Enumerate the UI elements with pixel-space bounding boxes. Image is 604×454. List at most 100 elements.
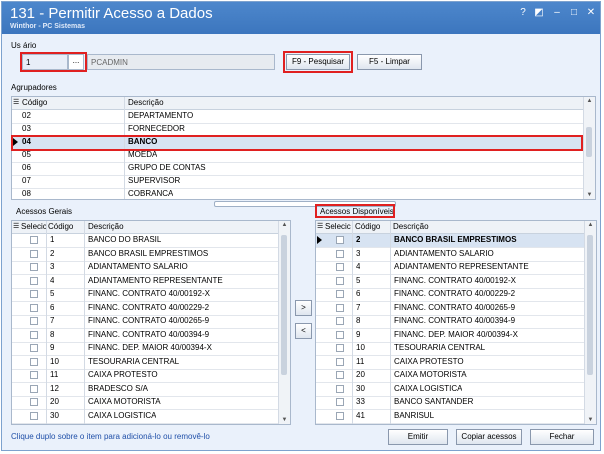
available-access-checkbox[interactable]	[336, 263, 344, 271]
grouper-row[interactable]: 03 FORNECEDOR	[12, 123, 584, 137]
available-access-checkbox[interactable]	[336, 398, 344, 406]
general-access-checkbox[interactable]	[30, 371, 38, 379]
general-access-checkbox[interactable]	[30, 384, 38, 393]
scroll-up-icon[interactable]: ▲	[584, 98, 595, 104]
available-access-row[interactable]: 41 BANRISUL	[316, 410, 585, 424]
groupers-col-desc[interactable]: Descrição	[128, 98, 164, 107]
available-col-code[interactable]: Código	[355, 222, 380, 231]
general-scrollbar[interactable]: ▲ ▼	[278, 221, 290, 424]
user-lookup-button[interactable]: ...	[68, 54, 84, 70]
maximize-icon[interactable]: □	[568, 7, 580, 18]
available-access-checkbox[interactable]	[336, 276, 344, 285]
scroll-thumb[interactable]	[281, 235, 287, 375]
available-scrollbar[interactable]: ▲ ▼	[584, 221, 596, 424]
available-access-row[interactable]: 2 BANCO BRASIL EMPRESTIMOS	[316, 234, 585, 248]
available-access-checkbox[interactable]	[336, 317, 344, 325]
available-access-row[interactable]: 10 TESOURARIA CENTRAL	[316, 342, 585, 356]
general-access-checkbox[interactable]	[30, 357, 38, 366]
copy-access-button[interactable]: Copiar acessos	[456, 429, 522, 445]
general-access-row[interactable]: 10 TESOURARIA CENTRAL	[12, 356, 279, 370]
general-access-checkbox[interactable]	[30, 263, 38, 271]
general-access-row[interactable]: 5 FINANC. CONTRATO 40/00192-X	[12, 288, 279, 302]
general-access-checkbox[interactable]	[30, 344, 38, 352]
close-icon[interactable]: ✕	[585, 7, 597, 18]
groupers-col-code[interactable]: Código	[22, 98, 47, 107]
available-col-select[interactable]: Selecic	[325, 222, 351, 231]
grouper-row[interactable]: 07 SUPERVISOR	[12, 175, 584, 189]
general-access-row[interactable]: 7 FINANC. CONTRATO 40/00265-9	[12, 315, 279, 329]
add-button[interactable]: >	[295, 300, 312, 316]
column-menu-icon[interactable]: ☰	[13, 98, 19, 106]
available-access-row[interactable]: 11 CAIXA PROTESTO	[316, 356, 585, 370]
scroll-down-icon[interactable]: ▼	[585, 417, 596, 423]
available-access-checkbox[interactable]	[336, 236, 344, 244]
clear-button[interactable]: F5 - Limpar	[357, 54, 422, 70]
scroll-down-icon[interactable]: ▼	[279, 417, 290, 423]
general-access-checkbox[interactable]	[30, 249, 38, 258]
general-access-checkbox[interactable]	[30, 411, 38, 420]
available-access-checkbox[interactable]	[336, 249, 344, 258]
general-access-row[interactable]: 4 ADIANTAMENTO REPRESENTANTE	[12, 275, 279, 289]
available-access-row[interactable]: 7 FINANC. CONTRATO 40/00265-9	[316, 302, 585, 316]
general-access-row[interactable]: 12 BRADESCO S/A	[12, 383, 279, 397]
scroll-up-icon[interactable]: ▲	[279, 222, 290, 228]
general-access-checkbox[interactable]	[30, 398, 38, 406]
available-access-row[interactable]: 30 CAIXA LOGISTICA	[316, 383, 585, 397]
grouper-row[interactable]: 02 DEPARTAMENTO	[12, 110, 584, 124]
general-access-checkbox[interactable]	[30, 303, 38, 312]
column-menu-icon[interactable]: ☰	[13, 222, 19, 230]
grouper-row[interactable]: 08 COBRANCA	[12, 188, 584, 199]
general-access-checkbox[interactable]	[30, 236, 38, 244]
scroll-thumb[interactable]	[587, 235, 593, 375]
search-button[interactable]: F9 - Pesquisar	[286, 54, 350, 70]
grouper-row[interactable]: 05 MOEDA	[12, 149, 584, 163]
general-access-checkbox[interactable]	[30, 290, 38, 298]
available-col-desc[interactable]: Descrição	[393, 222, 429, 231]
general-access-row[interactable]: 11 CAIXA PROTESTO	[12, 369, 279, 383]
general-access-row[interactable]: 8 FINANC. CONTRATO 40/00394-9	[12, 329, 279, 343]
restore-icon[interactable]: ◩	[533, 7, 545, 18]
general-access-checkbox[interactable]	[30, 276, 38, 285]
available-access-row[interactable]: 3 ADIANTAMENTO SALARIO	[316, 248, 585, 262]
groupers-scrollbar[interactable]: ▲ ▼	[583, 97, 595, 199]
help-icon[interactable]: ?	[517, 7, 529, 18]
scroll-up-icon[interactable]: ▲	[585, 222, 596, 228]
general-access-row[interactable]: 3 ADIANTAMENTO SALARIO	[12, 261, 279, 275]
general-access-row[interactable]: 2 BANCO BRASIL EMPRESTIMOS	[12, 248, 279, 262]
general-access-row[interactable]: 1 BANCO DO BRASIL	[12, 234, 279, 248]
available-access-checkbox[interactable]	[336, 303, 344, 312]
available-access-row[interactable]: 4 ADIANTAMENTO REPRESENTANTE	[316, 261, 585, 275]
available-access-checkbox[interactable]	[336, 357, 344, 366]
emit-button[interactable]: Emitir	[388, 429, 448, 445]
minimize-icon[interactable]: –	[551, 7, 563, 18]
scroll-thumb[interactable]	[586, 127, 592, 157]
grouper-row[interactable]: 06 GRUPO DE CONTAS	[12, 162, 584, 176]
available-access-checkbox[interactable]	[336, 384, 344, 393]
scroll-down-icon[interactable]: ▼	[584, 192, 595, 198]
general-col-desc[interactable]: Descrição	[88, 222, 124, 231]
column-menu-icon[interactable]: ☰	[317, 222, 323, 230]
general-access-checkbox[interactable]	[30, 330, 38, 339]
available-access-checkbox[interactable]	[336, 290, 344, 298]
available-access-checkbox[interactable]	[336, 330, 344, 339]
general-col-code[interactable]: Código	[48, 222, 73, 231]
available-access-row[interactable]: 8 FINANC. CONTRATO 40/00394-9	[316, 315, 585, 329]
available-access-checkbox[interactable]	[336, 411, 344, 420]
available-access-row[interactable]: 20 CAIXA MOTORISTA	[316, 369, 585, 383]
grouper-row[interactable]: 04 BANCO	[12, 136, 584, 150]
available-access-row[interactable]: 6 FINANC. CONTRATO 40/00229-2	[316, 288, 585, 302]
general-access-row[interactable]: 6 FINANC. CONTRATO 40/00229-2	[12, 302, 279, 316]
available-access-checkbox[interactable]	[336, 344, 344, 352]
general-access-row[interactable]: 30 CAIXA LOGISTICA	[12, 410, 279, 424]
available-access-row[interactable]: 33 BANCO SANTANDER	[316, 396, 585, 410]
available-access-row[interactable]: 5 FINANC. CONTRATO 40/00192-X	[316, 275, 585, 289]
user-code-input[interactable]: 1	[22, 54, 68, 70]
general-access-checkbox[interactable]	[30, 317, 38, 325]
general-access-row[interactable]: 20 CAIXA MOTORISTA	[12, 396, 279, 410]
available-access-checkbox[interactable]	[336, 371, 344, 379]
remove-button[interactable]: <	[295, 323, 312, 339]
general-col-select[interactable]: Selecic	[21, 222, 47, 231]
available-access-row[interactable]: 9 FINANC. DEP. MAIOR 40/00394-X	[316, 329, 585, 343]
general-access-row[interactable]: 9 FINANC. DEP. MAIOR 40/00394-X	[12, 342, 279, 356]
close-button[interactable]: Fechar	[530, 429, 594, 445]
